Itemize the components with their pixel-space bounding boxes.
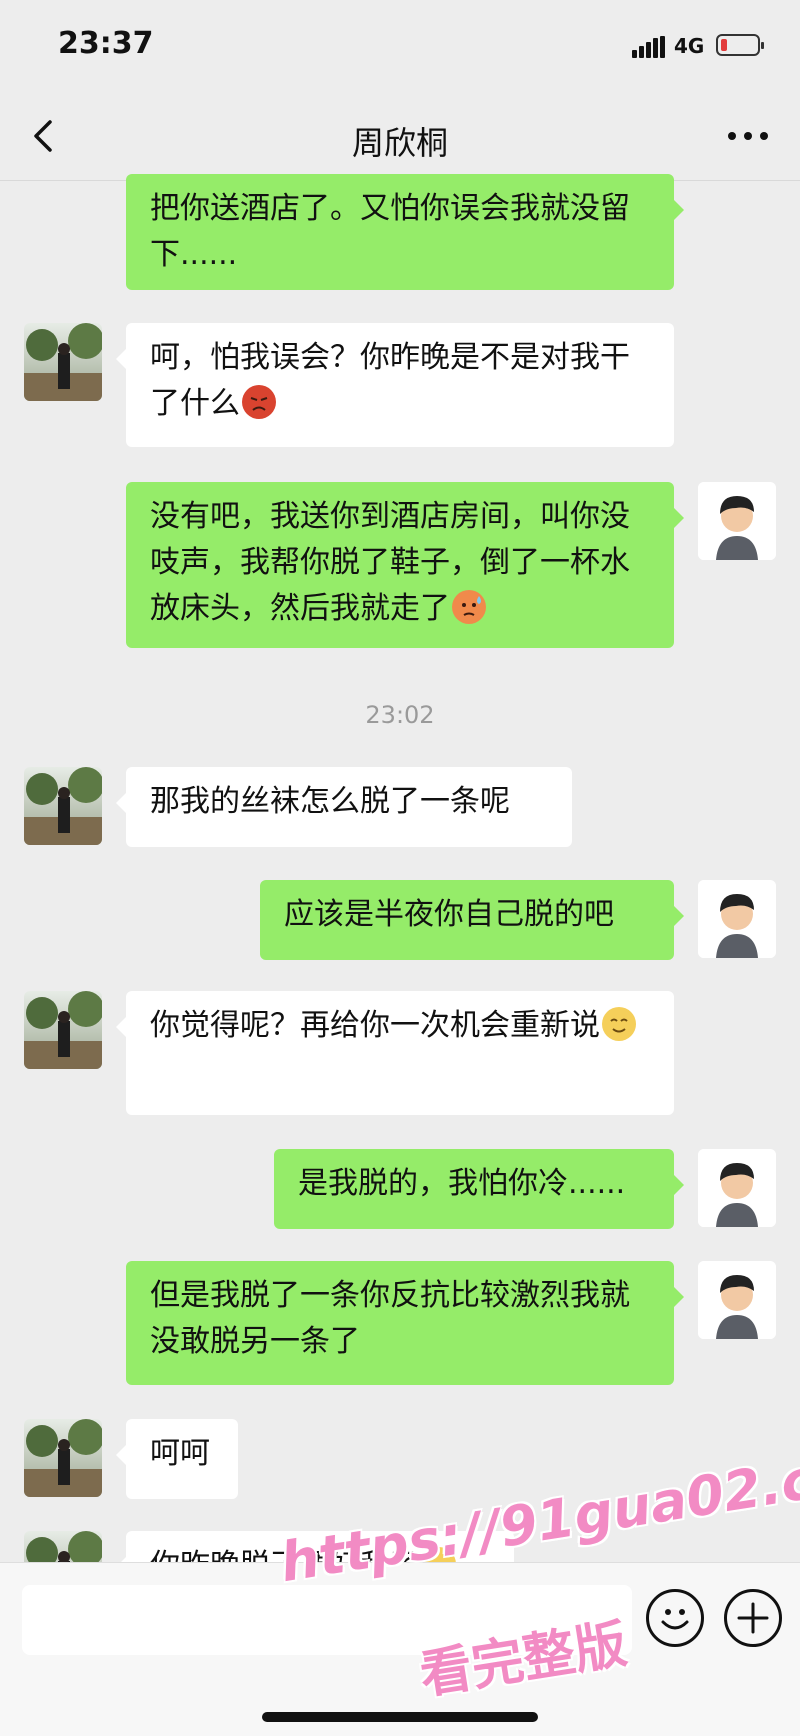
message-text: 是我脱的，我怕你冷...... (298, 1166, 626, 1201)
plus-icon (737, 1602, 769, 1634)
chat-header: 周欣桐 (0, 96, 800, 181)
message-bubble-me[interactable]: 应该是半夜你自己脱的吧 (260, 880, 684, 960)
my-avatar-image (698, 1261, 776, 1339)
sweat-face-icon (452, 590, 486, 624)
message-bubble-contact[interactable]: 呵呵 (116, 1419, 238, 1499)
more-button[interactable] (718, 114, 778, 158)
message-bubble-me[interactable]: 把你送酒店了。又怕你误会我就没留下...... (126, 174, 684, 290)
network-type: 4G (674, 34, 705, 58)
contact-avatar-image (24, 991, 102, 1069)
message-text: 没有吧，我送你到酒店房间，叫你没吱声，我帮你脱了鞋子，倒了一杯水放床头，然后我就… (150, 499, 630, 626)
contact-avatar[interactable] (24, 767, 102, 845)
smile-face-icon (602, 1007, 636, 1041)
contact-avatar[interactable] (24, 1419, 102, 1497)
battery-icon (716, 34, 764, 56)
my-avatar-image (698, 1149, 776, 1227)
message-input[interactable] (22, 1585, 632, 1655)
message-text: 应该是半夜你自己脱的吧 (284, 897, 614, 932)
message-bubble-me[interactable]: 是我脱的，我怕你冷...... (274, 1149, 684, 1229)
my-avatar-image (698, 482, 776, 560)
my-avatar-image (698, 880, 776, 958)
my-avatar[interactable] (698, 880, 776, 958)
status-time: 23:37 (58, 26, 154, 61)
message-text: 那我的丝袜怎么脱了一条呢 (150, 784, 510, 819)
message-text: 呵，怕我误会？你昨晚是不是对我干了什么 (150, 340, 630, 421)
message-bubble-me[interactable]: 但是我脱了一条你反抗比较激烈我就没敢脱另一条了 (126, 1261, 684, 1385)
plus-button[interactable] (724, 1589, 782, 1647)
contact-avatar[interactable] (24, 991, 102, 1069)
input-bar (0, 1562, 800, 1736)
emoji-button[interactable] (646, 1589, 704, 1647)
chat-title: 周欣桐 (351, 124, 448, 162)
more-dots-icon (728, 132, 768, 140)
angry-face-icon (242, 385, 276, 419)
status-bar: 23:37 4G (0, 0, 800, 96)
home-indicator (262, 1712, 538, 1722)
message-text: 呵呵 (150, 1436, 210, 1471)
chat-timestamp: 23:02 (365, 701, 435, 729)
contact-avatar-image (24, 767, 102, 845)
message-text: 但是我脱了一条你反抗比较激烈我就没敢脱另一条了 (150, 1278, 630, 1359)
contact-avatar[interactable] (24, 323, 102, 401)
message-text: 把你送酒店了。又怕你误会我就没留下...... (150, 191, 630, 272)
emoji-icon (661, 1609, 689, 1630)
my-avatar[interactable] (698, 1149, 776, 1227)
contact-avatar-image (24, 323, 102, 401)
my-avatar[interactable] (698, 482, 776, 560)
message-bubble-me[interactable]: 没有吧，我送你到酒店房间，叫你没吱声，我帮你脱了鞋子，倒了一杯水放床头，然后我就… (126, 482, 684, 648)
contact-avatar-image (24, 1419, 102, 1497)
signal-icon (632, 36, 666, 58)
message-bubble-contact[interactable]: 那我的丝袜怎么脱了一条呢 (116, 767, 572, 847)
message-bubble-contact[interactable]: 呵，怕我误会？你昨晚是不是对我干了什么 (116, 323, 674, 447)
message-text: 你觉得呢？再给你一次机会重新说 (150, 1008, 600, 1043)
my-avatar[interactable] (698, 1261, 776, 1339)
message-bubble-contact[interactable]: 你觉得呢？再给你一次机会重新说 (116, 991, 674, 1115)
